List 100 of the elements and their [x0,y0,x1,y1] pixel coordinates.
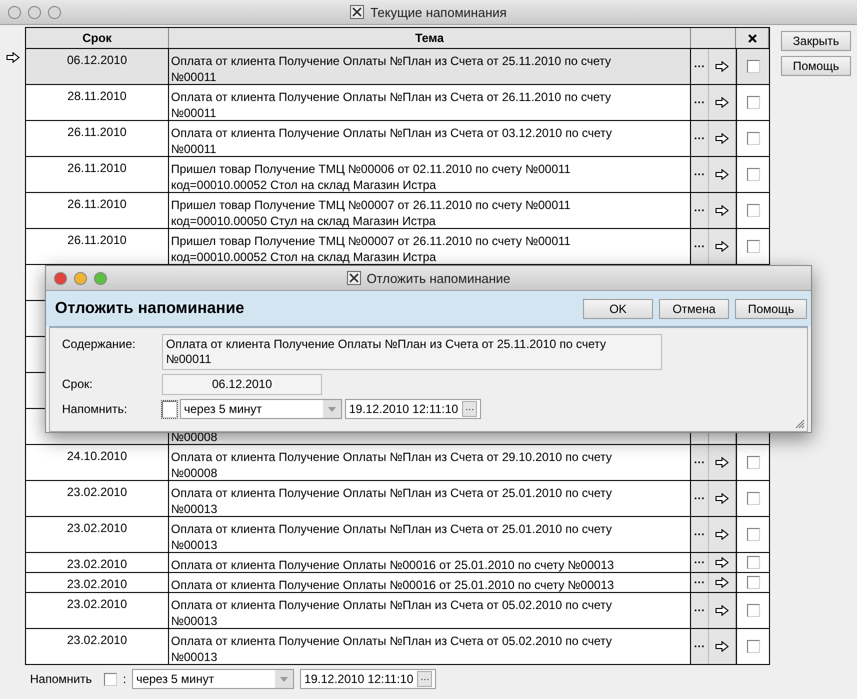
close-icon[interactable] [54,272,67,284]
table-row[interactable]: 23.02.2010 Оплата от клиента Получение Оплаты №План из Счета от 05.02.2010 по счету №00013 ··· [26,592,769,628]
remind-label: Напомнить: [62,401,128,418]
side-button[interactable]: Помощь [781,56,851,76]
window-control-icon[interactable] [28,6,41,18]
done-checkbox[interactable] [746,492,760,505]
details-button[interactable]: ··· [691,85,709,120]
details-button[interactable]: ··· [691,157,709,192]
content-label: Содержание: [62,336,136,353]
delete-icon [748,34,756,42]
details-button[interactable]: ··· [691,593,709,628]
arrow-right-icon [715,577,729,588]
arrow-right-icon [715,97,729,108]
side-button[interactable]: Закрыть [781,31,851,51]
table-row[interactable]: 26.11.2010 Пришел товар Получение ТМЦ №00006 от 02.11.2010 по счету №00011 код=00010.00052 Стол на склад Магазин Истра ··· [26,156,769,192]
table-row[interactable]: 26.11.2010 Пришел товар Получение ТМЦ №00007 от 26.11.2010 по счету №00011 код=00010.00052 Стол на склад Магазин Истра ··· [26,228,769,264]
arrow-right-icon [715,605,729,616]
dialog-title: Отложить напоминание [366,270,510,286]
table-row[interactable]: 23.02.2010 Оплата от клиента Получение Оплаты №00016 от 25.01.2010 по счету №00013 ··· [26,572,769,592]
done-checkbox[interactable] [746,640,760,653]
open-button[interactable] [709,229,736,264]
app-icon [346,271,361,285]
interval-dropdown[interactable]: через 5 минут [180,399,342,419]
done-checkbox[interactable] [746,576,760,589]
date-label: Срок: [62,376,94,393]
details-button[interactable]: ··· [691,193,709,228]
details-button[interactable]: ··· [691,573,709,592]
arrow-right-icon [715,457,729,468]
pick-date-button[interactable]: ··· [417,671,432,687]
done-checkbox[interactable] [746,168,760,181]
table-row[interactable]: 26.11.2010 Пришел товар Получение ТМЦ №00007 от 26.11.2010 по счету №00011 код=00010.00050 Стул на склад Магазин Истра ··· [26,192,769,228]
details-button[interactable]: ··· [691,121,709,156]
arrow-right-icon [715,169,729,180]
details-button[interactable]: ··· [691,553,709,572]
datetime-field[interactable]: 19.12.2010 12:11:10 ··· [300,669,436,689]
caret-icon [280,676,288,682]
remind-checkbox[interactable] [104,672,117,686]
table-row[interactable]: 24.10.2010 Оплата от клиента Получение Оплаты №План из Счета от 29.10.2010 по счету №00008 ··· [26,444,769,480]
open-button[interactable] [709,85,736,120]
done-checkbox[interactable] [746,240,760,253]
resize-grip-icon[interactable] [795,419,805,429]
app-icon [350,5,364,19]
arrow-right-icon [715,641,729,652]
done-checkbox[interactable] [746,132,760,145]
remind-checkbox[interactable] [162,400,177,418]
details-button[interactable]: ··· [691,517,709,552]
dialog-button[interactable]: Помощь [735,298,807,318]
dialog-heading: Отложить напоминание [55,300,244,318]
open-button[interactable] [709,193,736,228]
table-row[interactable]: 28.11.2010 Оплата от клиента Получение Оплаты №План из Счета от 26.11.2010 по счету №00011 ··· [26,84,769,120]
window-control-icon[interactable] [8,6,21,18]
done-checkbox[interactable] [746,556,760,569]
details-button[interactable]: ··· [691,229,709,264]
done-checkbox[interactable] [746,528,760,541]
done-checkbox[interactable] [746,604,760,617]
minimize-icon[interactable] [74,272,87,284]
arrow-right-icon [715,557,729,568]
pick-date-button[interactable]: ··· [462,401,478,417]
done-checkbox[interactable] [746,456,760,469]
table-row[interactable]: 23.02.2010 Оплата от клиента Получение Оплаты №План из Счета от 25.01.2010 по счету №00013 ··· [26,480,769,516]
datetime-field[interactable]: 19.12.2010 12:11:10 ··· [345,399,482,419]
dialog-button[interactable]: OK [583,298,653,318]
done-checkbox[interactable] [746,204,760,217]
date-cell: 23.02.2010 [26,629,169,664]
open-button[interactable] [709,629,736,664]
open-button[interactable] [709,553,736,572]
table-row[interactable]: 23.02.2010 Оплата от клиента Получение Оплаты №План из Счета от 25.01.2010 по счету №00013 ··· [26,516,769,552]
arrow-right-icon [6,52,20,63]
details-button[interactable]: ··· [691,481,709,516]
table-row[interactable]: 26.11.2010 Оплата от клиента Получение Оплаты №План из Счета от 03.12.2010 по счету №00011 ··· [26,120,769,156]
arrow-right-icon [715,493,729,504]
table-row[interactable]: 23.02.2010 Оплата от клиента Получение Оплаты №План из Счета от 05.02.2010 по счету №00013 ··· [26,628,769,664]
details-button[interactable]: ··· [691,629,709,664]
details-button[interactable]: ··· [691,445,709,480]
content-field[interactable]: Оплата от клиента Получение Оплаты №План из Счета от 25.11.2010 по счету №00011 [162,334,662,370]
arrow-right-icon [715,205,729,216]
table-row[interactable]: 06.12.2010 Оплата от клиента Получение Оплаты №План из Счета от 25.11.2010 по счету №00011 ··· [26,48,769,84]
table-row[interactable]: 23.02.2010 Оплата от клиента Получение Оплаты №00016 от 25.01.2010 по счету №00013 ··· [26,552,769,572]
open-button[interactable] [709,593,736,628]
arrow-right-icon [715,529,729,540]
remind-label: Напомнить [30,672,92,686]
arrow-right-icon [715,241,729,252]
open-button[interactable] [709,573,736,592]
open-button[interactable] [709,517,736,552]
separator-text: : [122,672,126,686]
window-title: Текущие напоминания [370,4,507,20]
arrow-right-icon [715,133,729,144]
dialog-button[interactable]: Отмена [659,298,729,318]
window-control-icon[interactable] [48,6,61,18]
zoom-icon[interactable] [94,272,107,284]
done-checkbox[interactable] [746,60,760,73]
open-button[interactable] [709,157,736,192]
open-button[interactable] [709,481,736,516]
open-button[interactable] [709,445,736,480]
interval-dropdown[interactable]: через 5 минут [132,669,294,689]
theme-cell: №00008 [171,430,218,444]
date-field[interactable]: 06.12.2010 [162,374,322,395]
open-button[interactable] [709,121,736,156]
arrow-right-icon [715,61,729,72]
done-checkbox[interactable] [746,96,760,109]
